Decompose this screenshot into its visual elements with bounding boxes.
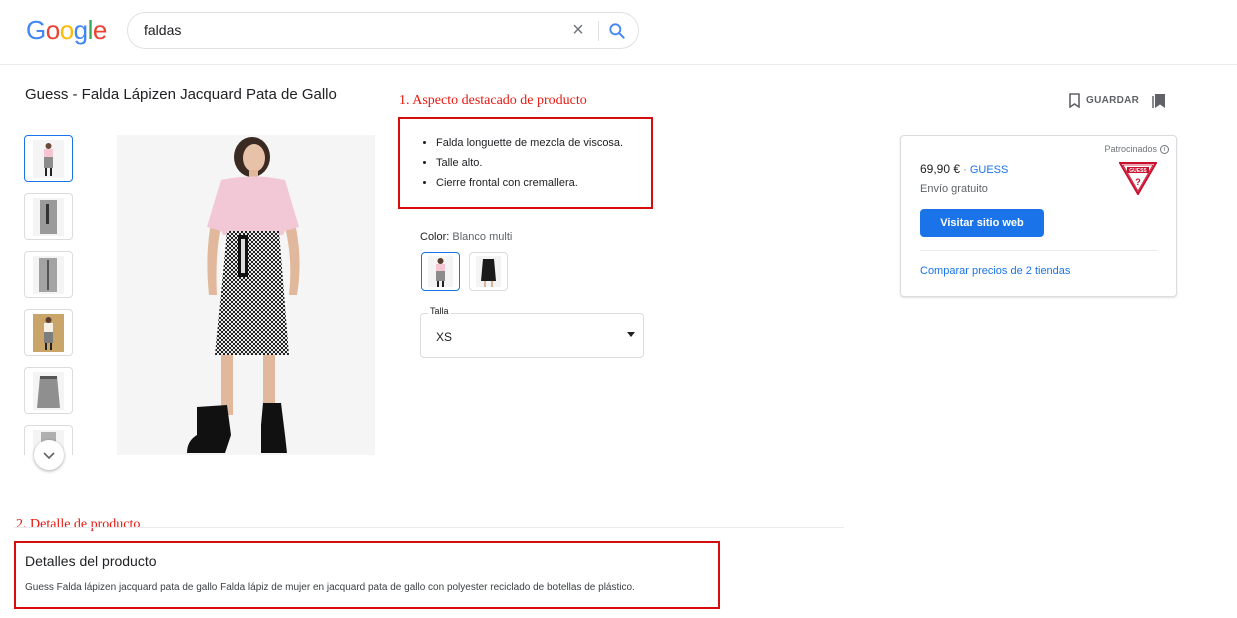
thumbnail-strip <box>24 135 73 455</box>
svg-text:?: ? <box>1135 177 1141 187</box>
sponsored-label: Patrocinados i <box>1104 144 1169 154</box>
thumbnail-image <box>33 140 64 178</box>
search-box[interactable]: × <box>127 12 639 49</box>
offer-card: Patrocinados i 69,90 € · GUESS Envío gra… <box>900 135 1177 297</box>
save-label: GUARDAR <box>1086 95 1140 106</box>
dropdown-arrow-icon <box>627 332 635 337</box>
visit-site-button[interactable]: Visitar sitio web <box>920 209 1044 237</box>
thumbnail-3[interactable] <box>24 251 73 298</box>
color-label: Color: Blanco multi <box>420 231 512 243</box>
details-heading: Detalles del producto <box>25 553 157 569</box>
color-label-text: Color: <box>420 231 450 243</box>
thumbnail-image <box>33 198 64 236</box>
annotation-details: 2. Detalle de producto <box>16 517 141 532</box>
model-photo <box>117 135 375 455</box>
thumbnail-scroll-down-button[interactable] <box>34 440 64 470</box>
thumbnail-image <box>33 372 64 410</box>
info-icon[interactable]: i <box>1160 144 1169 154</box>
section-divider <box>14 527 844 528</box>
price-separator: · <box>960 164 970 176</box>
thumbnail-1[interactable] <box>24 135 73 182</box>
sponsored-text: Patrocinados <box>1104 144 1157 154</box>
annotation-highlights: 1. Aspecto destacado de producto <box>399 93 587 108</box>
color-swatch-blanco-multi[interactable] <box>421 252 460 291</box>
thumbnail-5[interactable] <box>24 367 73 414</box>
divider <box>920 250 1158 251</box>
search-divider <box>598 21 599 41</box>
details-annotation-box <box>14 541 720 609</box>
guess-logo: GUESS ? <box>1119 162 1157 195</box>
swatch-image <box>428 256 453 287</box>
close-icon[interactable]: × <box>569 20 587 40</box>
save-button[interactable]: GUARDAR <box>1068 93 1139 108</box>
size-select-value: XS <box>436 330 453 344</box>
compare-prices-link[interactable]: Comparar precios de 2 tiendas <box>920 265 1070 277</box>
size-select-label: Talla <box>428 306 451 316</box>
offer-price-line: 69,90 € · GUESS <box>920 162 1008 176</box>
chevron-down-icon <box>43 452 55 460</box>
store-name[interactable]: GUESS <box>970 164 1009 176</box>
svg-text:GUESS: GUESS <box>1129 168 1147 174</box>
saved-items-icon[interactable] <box>1152 93 1167 109</box>
color-swatch-black[interactable] <box>469 252 508 291</box>
search-icon[interactable] <box>607 21 627 41</box>
thumbnail-image <box>33 314 64 352</box>
thumbnail-image <box>33 256 64 294</box>
google-logo[interactable]: Google <box>26 15 107 46</box>
thumbnail-4[interactable] <box>24 309 73 356</box>
swatch-image <box>476 256 501 287</box>
offer-price: 69,90 € <box>920 162 961 176</box>
main-product-image[interactable] <box>117 135 375 455</box>
product-title: Guess - Falda Lápizen Jacquard Pata de G… <box>25 86 337 103</box>
thumbnail-2[interactable] <box>24 193 73 240</box>
header: Google × <box>0 0 1237 65</box>
bookmark-icon <box>1069 93 1080 108</box>
size-select[interactable]: Talla XS <box>420 306 644 358</box>
shipping-info: Envío gratuito <box>920 183 988 195</box>
search-input[interactable] <box>144 22 544 38</box>
highlight-item: Talle alto. <box>436 153 623 173</box>
details-text: Guess Falda lápizen jacquard pata de gal… <box>25 582 635 593</box>
product-highlights-list: Falda longuette de mezcla de viscosa. Ta… <box>420 133 623 193</box>
color-value: Blanco multi <box>452 231 513 243</box>
highlight-item: Falda longuette de mezcla de viscosa. <box>436 133 623 153</box>
highlight-item: Cierre frontal con cremallera. <box>436 173 623 193</box>
